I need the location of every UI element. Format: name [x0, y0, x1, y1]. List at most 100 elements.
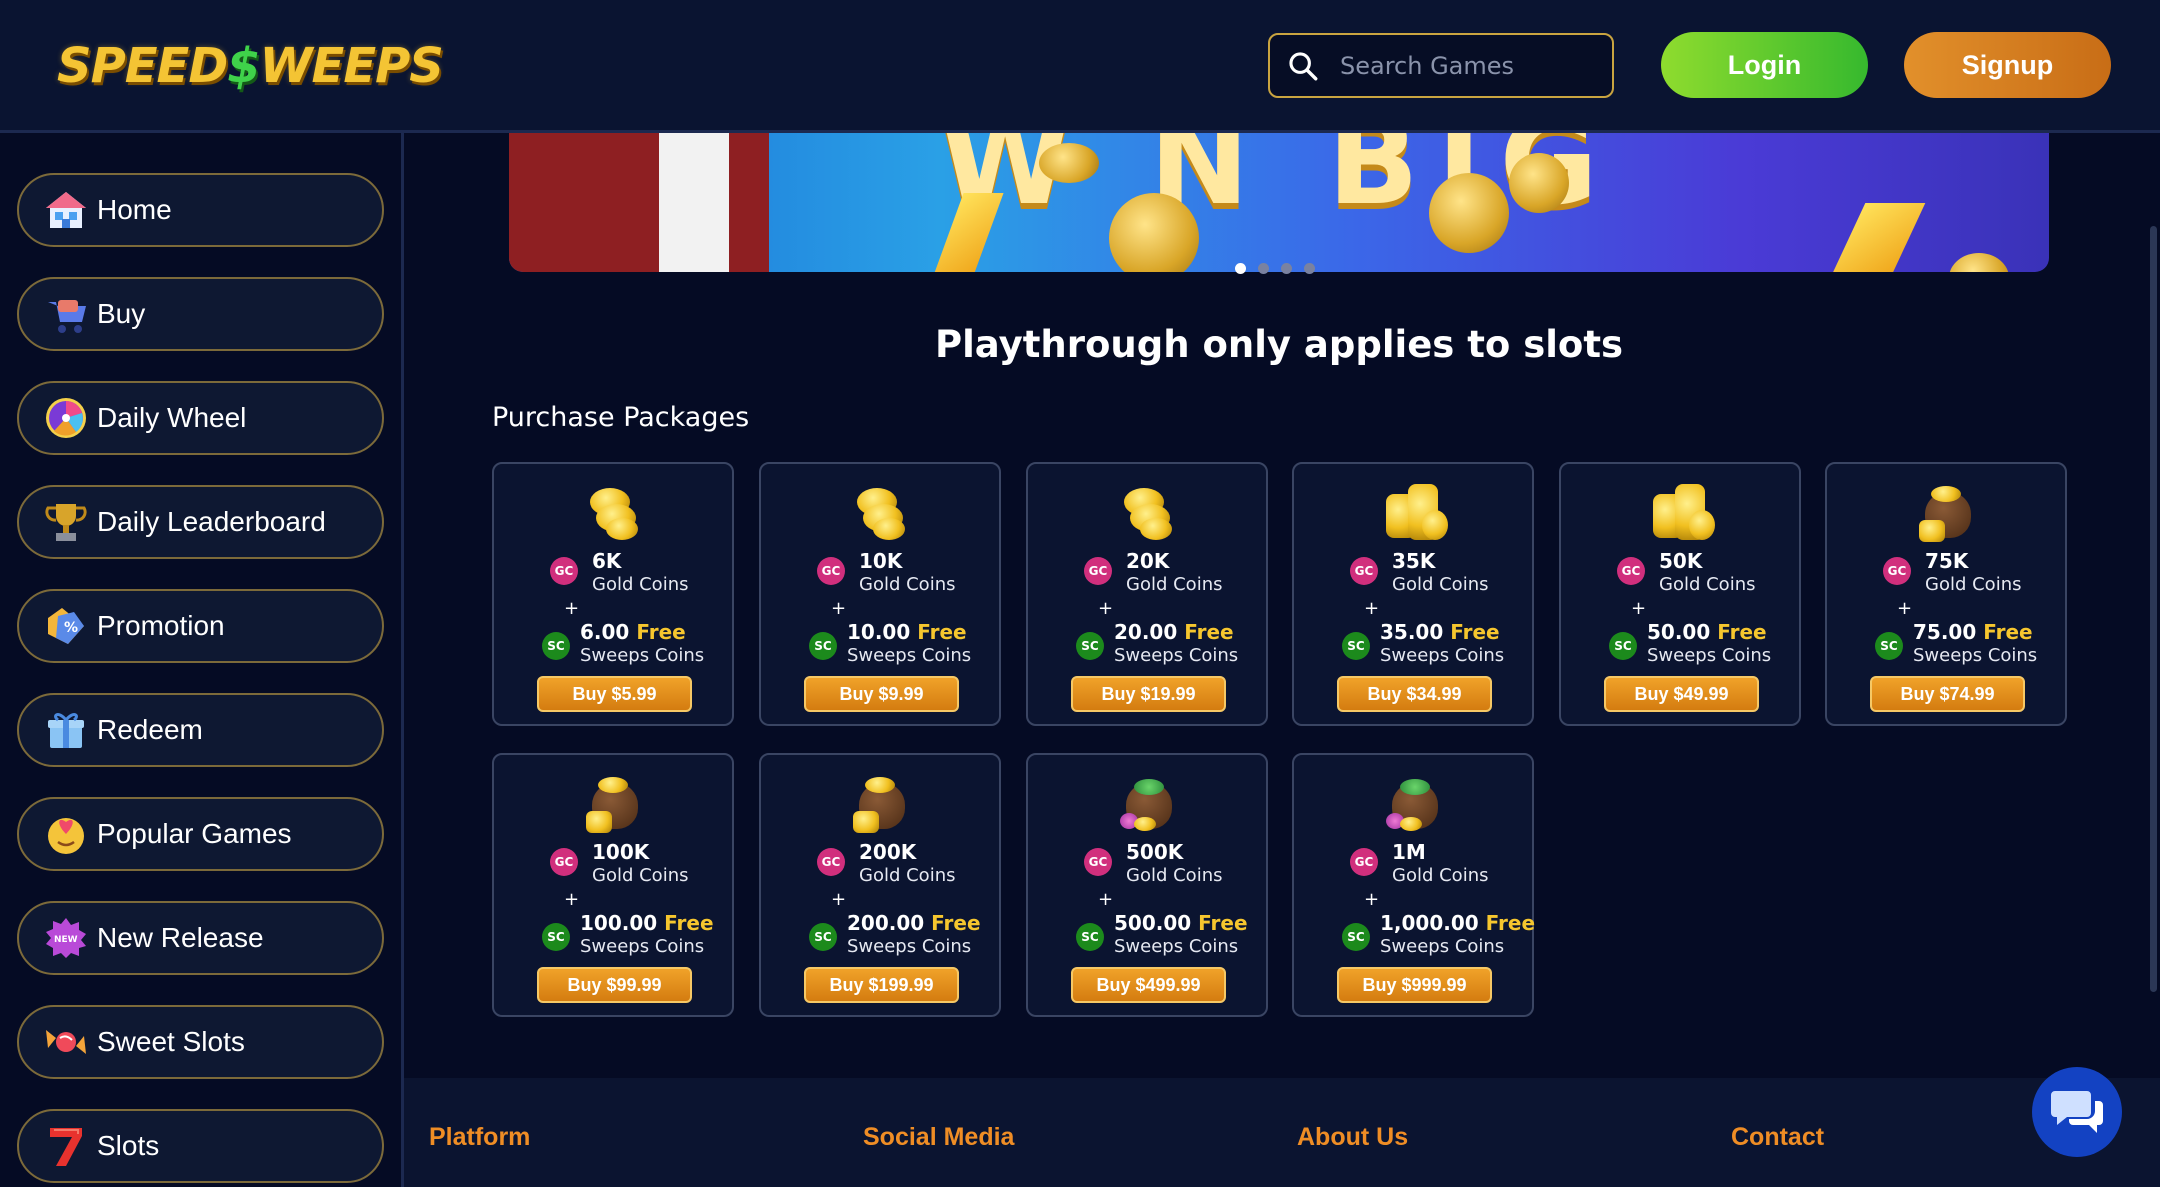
buy-button[interactable]: Buy $499.99	[1071, 967, 1226, 1003]
carousel-dot[interactable]	[1281, 263, 1292, 274]
sweeps-coin-amount: 6.00	[580, 620, 630, 644]
gold-coin-amount: 100K	[592, 840, 650, 864]
sweeps-coin-label: Sweeps Coins	[1114, 645, 1239, 666]
gold-coin-label: Gold Coins	[1925, 574, 2022, 595]
plus-sign: +	[831, 889, 847, 910]
footer-heading-social-media: Social Media	[863, 1123, 1015, 1151]
footer: Platform Social Media About Us Contact	[404, 1078, 2160, 1187]
sidebar-item-new-release[interactable]: NEW New Release	[17, 901, 384, 975]
gold-coin-label: Gold Coins	[592, 865, 689, 886]
gold-coin-label: Gold Coins	[1392, 865, 1489, 886]
sweeps-coin-line: 50.00 Free	[1647, 620, 1767, 644]
banner-coin-image	[1509, 153, 1569, 213]
coin-bag-icon	[586, 775, 644, 833]
promo-banner[interactable]: W N BIG	[509, 133, 2049, 272]
buy-button[interactable]: Buy $5.99	[537, 676, 692, 712]
home-icon	[43, 187, 89, 233]
gold-coin-label: Gold Coins	[859, 865, 956, 886]
free-label: Free	[1198, 911, 1248, 935]
sidebar-item-redeem[interactable]: Redeem	[17, 693, 384, 767]
sweeps-coin-badge: SC	[1076, 632, 1104, 660]
package-card[interactable]: GC 500K Gold Coins + SC 500.00 Free Sweeps Coi…	[1026, 753, 1268, 1017]
buy-button[interactable]: Buy $999.99	[1337, 967, 1492, 1003]
sweeps-coin-label: Sweeps Coins	[1647, 645, 1772, 666]
search-box[interactable]	[1268, 33, 1614, 98]
package-card[interactable]: GC 1M Gold Coins + SC 1,000.00 Free Sweeps Coi…	[1292, 753, 1536, 1017]
login-button[interactable]: Login	[1661, 32, 1868, 98]
sidebar-item-home[interactable]: Home	[17, 173, 384, 247]
sweeps-coin-amount: 35.00	[1380, 620, 1444, 644]
gold-coin-badge: GC	[1350, 557, 1378, 585]
package-card[interactable]: GC 75K Gold Coins + SC 75.00 Free Sweeps Coins…	[1825, 462, 2067, 726]
sidebar-item-label: Sweet Slots	[97, 1026, 245, 1057]
gold-coin-label: Gold Coins	[1392, 574, 1489, 595]
sidebar-item-sweet-slots[interactable]: Sweet Slots	[17, 1005, 384, 1079]
gold-coin-amount: 50K	[1659, 549, 1703, 573]
sidebar-item-promotion[interactable]: % Promotion	[17, 589, 384, 663]
sweeps-coin-badge: SC	[1076, 923, 1104, 951]
buy-button[interactable]: Buy $99.99	[537, 967, 692, 1003]
sidebar-item-buy[interactable]: Buy	[17, 277, 384, 351]
chat-icon	[2051, 1091, 2103, 1133]
banner-person-shirt	[659, 133, 729, 272]
promotion-tag-icon: %	[43, 603, 89, 649]
free-label: Free	[1485, 911, 1536, 935]
sweeps-coin-label: Sweeps Coins	[580, 936, 705, 957]
free-label: Free	[931, 911, 981, 935]
buy-button[interactable]: Buy $199.99	[804, 967, 959, 1003]
sidebar-item-daily-leaderboard[interactable]: Daily Leaderboard	[17, 485, 384, 559]
sidebar-item-popular-games[interactable]: Popular Games	[17, 797, 384, 871]
banner-coin-image	[1039, 143, 1099, 183]
coin-stack-small-icon	[1120, 484, 1178, 542]
buy-button[interactable]: Buy $49.99	[1604, 676, 1759, 712]
search-input[interactable]	[1340, 51, 1590, 80]
gold-coin-amount: 500K	[1126, 840, 1184, 864]
carousel-dot[interactable]	[1258, 263, 1269, 274]
sweeps-coin-amount: 20.00	[1114, 620, 1178, 644]
plus-sign: +	[564, 598, 580, 619]
chat-support-button[interactable]	[2032, 1067, 2122, 1157]
gold-coin-badge: GC	[817, 848, 845, 876]
sweeps-coin-line: 20.00 Free	[1114, 620, 1234, 644]
package-card[interactable]: GC 200K Gold Coins + SC 200.00 Free Sweeps Coi…	[759, 753, 1001, 1017]
sweeps-coin-amount: 100.00	[580, 911, 658, 935]
plus-sign: +	[1098, 889, 1114, 910]
package-card[interactable]: GC 100K Gold Coins + SC 100.00 Free Sweeps Coi…	[492, 753, 734, 1017]
sweeps-coin-badge: SC	[1875, 632, 1903, 660]
package-card[interactable]: GC 6K Gold Coins + SC 6.00 Free Sweeps Coins Bu…	[492, 462, 734, 726]
sweeps-coin-badge: SC	[542, 632, 570, 660]
site-logo[interactable]: SPEED $ WEEPS	[57, 36, 444, 96]
carousel-dots	[1235, 263, 1315, 274]
buy-button[interactable]: Buy $19.99	[1071, 676, 1226, 712]
plus-sign: +	[1098, 598, 1114, 619]
gold-coin-badge: GC	[550, 557, 578, 585]
gold-coin-badge: GC	[1883, 557, 1911, 585]
sweeps-coin-label: Sweeps Coins	[1913, 645, 2038, 666]
svg-text:NEW: NEW	[54, 935, 78, 945]
signup-button[interactable]: Signup	[1904, 32, 2111, 98]
sidebar-item-daily-wheel[interactable]: Daily Wheel	[17, 381, 384, 455]
package-card[interactable]: GC 50K Gold Coins + SC 50.00 Free Sweeps Coins…	[1559, 462, 1801, 726]
sidebar-item-label: Promotion	[97, 610, 225, 641]
sweeps-coin-badge: SC	[1342, 923, 1370, 951]
footer-heading-platform: Platform	[429, 1123, 531, 1151]
package-card[interactable]: GC 20K Gold Coins + SC 20.00 Free Sweeps Coins…	[1026, 462, 1268, 726]
sidebar-item-label: Home	[97, 194, 172, 225]
gold-coin-label: Gold Coins	[1659, 574, 1756, 595]
sweeps-coin-label: Sweeps Coins	[1380, 936, 1505, 957]
gold-coin-label: Gold Coins	[859, 574, 956, 595]
buy-button[interactable]: Buy $74.99	[1870, 676, 2025, 712]
buy-button[interactable]: Buy $34.99	[1337, 676, 1492, 712]
buy-button[interactable]: Buy $9.99	[804, 676, 959, 712]
carousel-dot[interactable]	[1235, 263, 1246, 274]
package-card[interactable]: GC 35K Gold Coins + SC 35.00 Free Sweeps Coins…	[1292, 462, 1534, 726]
carousel-dot[interactable]	[1304, 263, 1315, 274]
playthrough-notice: Playthrough only applies to slots	[934, 323, 1624, 366]
page-scrollbar[interactable]	[2150, 226, 2157, 992]
sidebar-item-slots[interactable]: Slots	[17, 1109, 384, 1183]
package-card[interactable]: GC 10K Gold Coins + SC 10.00 Free Sweeps Coins…	[759, 462, 1001, 726]
banner-coin-image	[1949, 253, 2009, 272]
svg-text:%: %	[64, 620, 78, 636]
cart-icon	[43, 291, 89, 337]
treasure-bag-icon	[1120, 775, 1178, 833]
